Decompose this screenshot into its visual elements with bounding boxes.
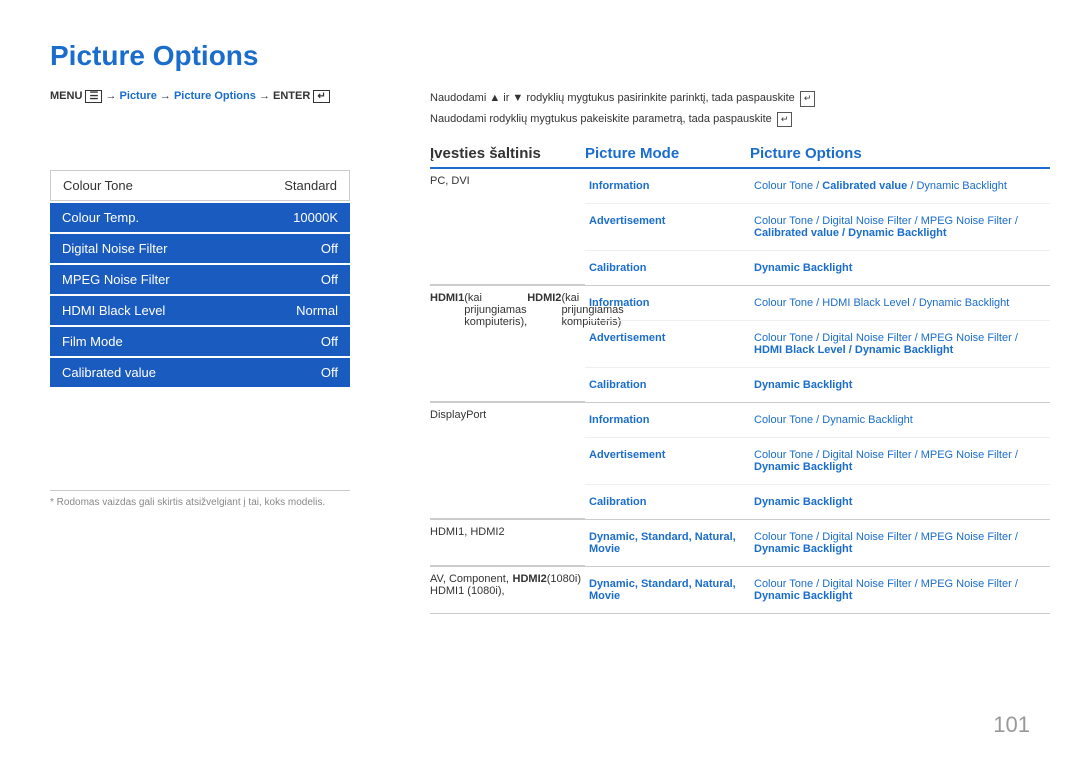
table-row: Calibration Dynamic Backlight bbox=[585, 485, 1050, 519]
enter-icon-1: ↵ bbox=[800, 91, 816, 107]
menu-label: MENU bbox=[50, 90, 85, 102]
source-av: AV, Component, HDMI1 (1080i), HDMI2 (108… bbox=[430, 567, 585, 613]
menu-item-colour-tone[interactable]: Colour Tone Standard bbox=[50, 170, 350, 201]
table-row: Information Colour Tone / HDMI Black Lev… bbox=[585, 286, 1050, 321]
table-row: Advertisement Colour Tone / Digital Nois… bbox=[585, 321, 1050, 368]
menu-item-mpeg-noise[interactable]: MPEG Noise Filter Off bbox=[50, 265, 350, 294]
right-panel: Naudodami ▲ ir ▼ rodyklių mygtukus pasir… bbox=[430, 90, 1050, 614]
source-hdmi12: HDMI1, HDMI2 bbox=[430, 520, 585, 566]
source-displayport: DisplayPort bbox=[430, 403, 585, 519]
section-displayport: DisplayPort Information Colour Tone / Dy… bbox=[430, 403, 1050, 520]
col-mode: Picture Mode bbox=[585, 145, 750, 162]
source-pc-dvi: PC, DVI bbox=[430, 169, 585, 285]
table-row: Advertisement Colour Tone / Digital Nois… bbox=[585, 438, 1050, 485]
menu-icon: ☰ bbox=[85, 90, 102, 103]
footnote: * Rodomas vaizdas gali skirtis atsižvelg… bbox=[50, 490, 350, 508]
col-options: Picture Options bbox=[750, 145, 1050, 162]
col-source: Įvesties šaltinis bbox=[430, 145, 585, 162]
section-hdmi-computer: HDMI1(kai prijungiamas kompiuteris), HDM… bbox=[430, 286, 1050, 403]
table-header: Įvesties šaltinis Picture Mode Picture O… bbox=[430, 145, 1050, 169]
table-row: Information Colour Tone / Dynamic Backli… bbox=[585, 403, 1050, 438]
table-row: Advertisement Colour Tone / Digital Nois… bbox=[585, 204, 1050, 251]
menu-picture-options: Picture Options bbox=[174, 90, 256, 102]
table-row: Dynamic, Standard, Natural, Movie Colour… bbox=[585, 567, 1050, 613]
enter-icon: ↵ bbox=[313, 90, 329, 103]
table-row: Information Colour Tone / Calibrated val… bbox=[585, 169, 1050, 204]
menu-item-digital-noise[interactable]: Digital Noise Filter Off bbox=[50, 234, 350, 263]
table-body: PC, DVI Information Colour Tone / Calibr… bbox=[430, 169, 1050, 614]
source-hdmi-computer: HDMI1(kai prijungiamas kompiuteris), HDM… bbox=[430, 286, 585, 402]
section-av: AV, Component, HDMI1 (1080i), HDMI2 (108… bbox=[430, 567, 1050, 614]
page: Picture Options MENU ☰ → Picture → Pictu… bbox=[0, 0, 1080, 763]
menu-item-calibrated[interactable]: Calibrated value Off bbox=[50, 358, 350, 387]
menu-picture: Picture bbox=[120, 90, 157, 102]
menu-item-film-mode[interactable]: Film Mode Off bbox=[50, 327, 350, 356]
page-title: Picture Options bbox=[50, 40, 1030, 72]
instruction-2: Naudodami rodyklių mygtukus pakeiskite p… bbox=[430, 111, 1050, 128]
table-row: Dynamic, Standard, Natural, Movie Colour… bbox=[585, 520, 1050, 566]
menu-item-colour-temp[interactable]: Colour Temp. 10000K bbox=[50, 203, 350, 232]
enter-icon-2: ↵ bbox=[777, 112, 793, 128]
table-row: Calibration Dynamic Backlight bbox=[585, 251, 1050, 285]
page-number: 101 bbox=[993, 712, 1030, 738]
section-hdmi12: HDMI1, HDMI2 Dynamic, Standard, Natural,… bbox=[430, 520, 1050, 567]
menu-item-hdmi-black[interactable]: HDMI Black Level Normal bbox=[50, 296, 350, 325]
table-row: Calibration Dynamic Backlight bbox=[585, 368, 1050, 402]
instruction-1: Naudodami ▲ ir ▼ rodyklių mygtukus pasir… bbox=[430, 90, 1050, 107]
section-pc-dvi: PC, DVI Information Colour Tone / Calibr… bbox=[430, 169, 1050, 286]
left-panel: Colour Tone Standard Colour Temp. 10000K… bbox=[50, 170, 350, 389]
